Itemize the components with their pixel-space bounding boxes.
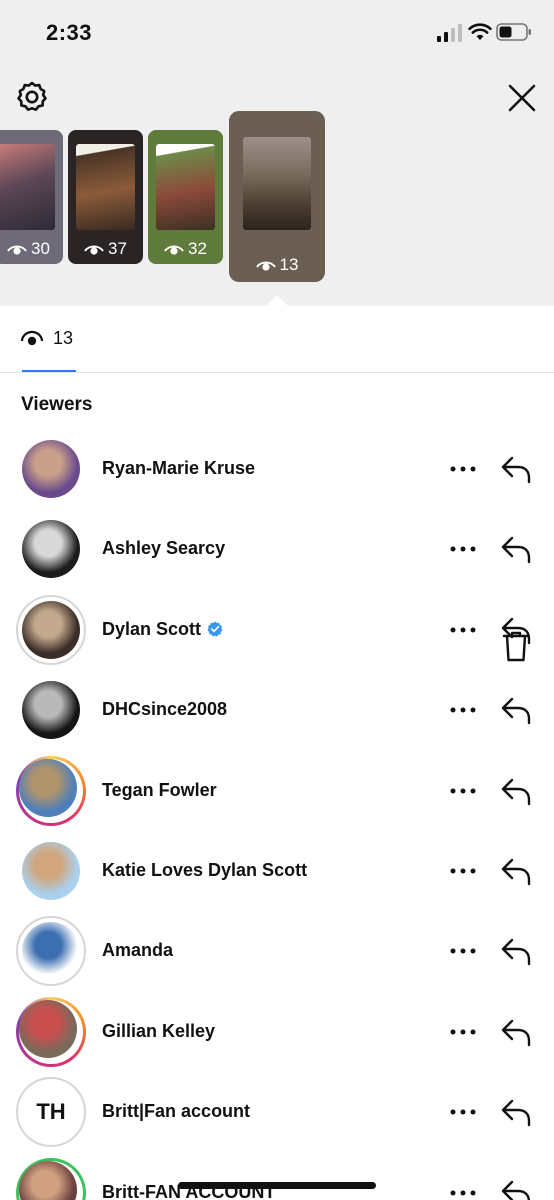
story-view-count: 30	[0, 238, 63, 260]
gear-icon[interactable]	[15, 80, 49, 114]
more-options-icon[interactable]	[449, 940, 477, 962]
viewer-name[interactable]: DHCsince2008	[102, 699, 227, 720]
eye-icon	[255, 261, 276, 271]
status-time: 2:33	[46, 20, 93, 45]
eye-icon	[84, 245, 104, 255]
story-image	[76, 144, 135, 230]
more-options-icon[interactable]	[449, 1101, 477, 1123]
reply-icon[interactable]	[500, 615, 532, 645]
battery-icon	[496, 23, 531, 41]
story-image	[0, 144, 55, 230]
more-options-icon[interactable]	[449, 860, 477, 882]
viewer-row[interactable]: DHCsince2008	[0, 671, 554, 751]
close-icon[interactable]	[505, 81, 539, 115]
more-options-icon[interactable]	[449, 538, 477, 560]
avatar-ring	[16, 996, 86, 1067]
reply-icon[interactable]	[500, 1178, 532, 1200]
more-options-icon[interactable]	[449, 699, 477, 721]
viewer-name[interactable]: Gillian Kelley	[102, 1021, 215, 1042]
status-bar: 2:33	[0, 0, 554, 66]
verified-badge-icon	[207, 621, 223, 637]
avatar-ring	[16, 594, 86, 665]
view-count[interactable]: 13	[53, 328, 73, 349]
avatar-ring: TH	[16, 1077, 86, 1148]
story-stats-bar: 13	[0, 307, 554, 662]
more-options-icon[interactable]	[449, 1182, 477, 1200]
viewer-name[interactable]: Ryan-Marie Kruse	[102, 458, 255, 479]
eye-icon	[7, 245, 27, 255]
reply-icon[interactable]	[500, 856, 532, 886]
avatar[interactable]	[22, 520, 80, 579]
selection-pointer	[265, 295, 289, 307]
reply-icon[interactable]	[500, 936, 532, 966]
viewer-row[interactable]: TH Britt|Fan account	[0, 1073, 554, 1153]
home-indicator	[178, 1182, 376, 1189]
reply-icon[interactable]	[500, 1097, 532, 1127]
cellular-signal-icon	[437, 24, 462, 42]
viewer-row[interactable]: Amanda	[0, 912, 554, 992]
eye-icon	[164, 245, 184, 255]
avatar-ring	[16, 916, 86, 987]
reply-icon[interactable]	[500, 534, 532, 564]
story-image	[156, 144, 215, 230]
viewer-row[interactable]: Ryan-Marie Kruse	[0, 430, 554, 510]
more-options-icon[interactable]	[449, 1021, 477, 1043]
more-options-icon[interactable]	[449, 780, 477, 802]
reply-icon[interactable]	[500, 776, 532, 806]
viewer-name[interactable]: Dylan Scott	[102, 619, 223, 640]
avatar-ring	[16, 1157, 86, 1200]
active-tab-indicator	[22, 370, 76, 372]
reply-icon[interactable]	[500, 695, 532, 725]
avatar[interactable]	[22, 842, 80, 900]
viewer-name[interactable]: Britt|Fan account	[102, 1101, 250, 1122]
viewer-name[interactable]: Tegan Fowler	[102, 780, 217, 801]
wifi-icon	[468, 23, 492, 40]
viewer-row[interactable]: Britt-FAN ACCOUNT	[0, 1154, 554, 1200]
story-thumbnail[interactable]: 30	[0, 130, 63, 264]
story-thumbnail-selected[interactable]: 13	[229, 111, 325, 282]
story-view-count: 37	[68, 238, 143, 260]
viewer-name[interactable]: Amanda	[102, 940, 173, 961]
story-image	[243, 137, 311, 230]
avatar[interactable]	[19, 758, 77, 817]
story-view-count: 13	[229, 254, 325, 276]
avatar[interactable]	[19, 999, 77, 1058]
avatar[interactable]	[22, 600, 80, 659]
avatar[interactable]	[22, 922, 80, 981]
viewers-heading: Viewers	[21, 394, 93, 415]
avatar[interactable]: TH	[22, 1083, 80, 1142]
viewer-row[interactable]: Gillian Kelley	[0, 993, 554, 1073]
reply-icon[interactable]	[500, 454, 532, 484]
viewer-name[interactable]: Katie Loves Dylan Scott	[102, 860, 307, 881]
more-options-icon[interactable]	[449, 619, 477, 641]
eye-icon[interactable]	[21, 329, 43, 347]
viewer-name[interactable]: Ashley Searcy	[102, 538, 225, 559]
reply-icon[interactable]	[500, 1017, 532, 1047]
avatar[interactable]	[22, 681, 80, 740]
more-options-icon[interactable]	[449, 458, 477, 480]
viewer-row[interactable]: Tegan Fowler	[0, 752, 554, 832]
viewer-row[interactable]: Dylan Scott	[0, 591, 554, 671]
story-thumbnail[interactable]: 37	[68, 130, 143, 264]
viewer-row[interactable]: Katie Loves Dylan Scott	[0, 832, 554, 912]
story-thumbnail[interactable]: 32	[148, 130, 223, 264]
avatar[interactable]	[22, 440, 80, 498]
avatar-ring	[16, 755, 86, 826]
story-view-count: 32	[148, 238, 223, 260]
viewer-row[interactable]: Ashley Searcy	[0, 510, 554, 590]
